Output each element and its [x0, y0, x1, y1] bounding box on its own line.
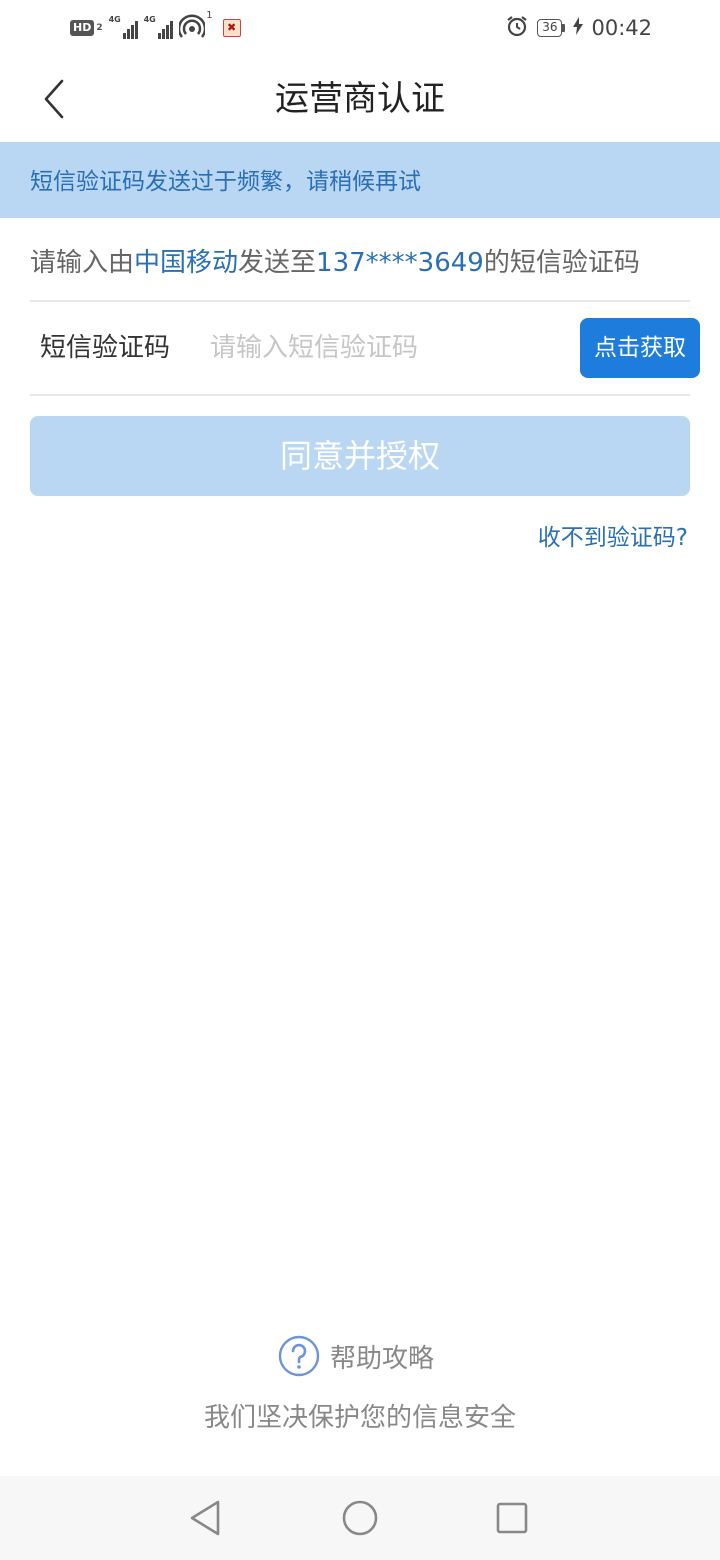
sim1-network: 4G — [108, 15, 121, 24]
bolt-icon — [573, 17, 584, 39]
alarm-icon — [505, 14, 529, 42]
divider — [30, 300, 690, 302]
system-nav-bar — [0, 1476, 720, 1560]
question-circle-icon — [278, 1335, 320, 1377]
hd-sub: 2 — [96, 23, 103, 33]
hotspot-badge: 1 — [206, 10, 213, 21]
hotspot-icon: 1 — [177, 10, 213, 42]
signal-sim1-icon: 4G — [108, 15, 138, 39]
status-right: 36 00:42 — [505, 14, 652, 42]
nav-back-button[interactable] — [184, 1496, 228, 1540]
page-title: 运营商认证 — [275, 79, 445, 119]
sim2-network: 4G — [143, 15, 156, 24]
nav-header: 运营商认证 — [0, 56, 720, 142]
nav-home-button[interactable] — [338, 1496, 382, 1540]
signal-sim2-icon: 4G — [143, 15, 173, 39]
warning-banner: 短信验证码发送过于频繁，请稍候再试 — [0, 142, 720, 218]
hd-label: HD — [70, 20, 95, 36]
code-label: 短信验证码 — [40, 333, 171, 363]
battery-level: 36 — [537, 19, 563, 37]
masked-phone: 137****3649 — [316, 248, 484, 278]
screen: HD 2 4G 4G 1 ✖ 36 00:42 运营商认证 短信验证码发送过于频… — [0, 0, 720, 1560]
no-code-link[interactable]: 收不到验证码? — [538, 518, 688, 558]
get-code-button[interactable]: 点击获取 — [580, 318, 700, 378]
hd-voice-icon: HD 2 — [70, 20, 103, 36]
sms-instruction: 请输入由中国移动发送至137****3649的短信验证码 — [30, 240, 640, 286]
banner-message: 短信验证码发送过于频繁，请稍候再试 — [30, 169, 421, 195]
security-note: 我们坚决保护您的信息安全 — [203, 1403, 516, 1433]
back-button[interactable] — [28, 74, 78, 124]
app-notification-icon: ✖ — [222, 19, 241, 37]
circle-home-icon — [342, 1500, 378, 1536]
status-left: HD 2 4G 4G 1 ✖ — [70, 10, 241, 42]
clock: 00:42 — [591, 16, 652, 40]
divider — [30, 394, 690, 396]
instruction-suffix: 的短信验证码 — [483, 248, 640, 278]
triangle-back-icon — [190, 1500, 220, 1536]
instruction-prefix: 请输入由 — [30, 248, 135, 278]
carrier-name: 中国移动 — [134, 248, 239, 278]
agree-authorize-button[interactable]: 同意并授权 — [30, 416, 690, 496]
help-guide-link[interactable]: 帮助攻略 — [278, 1334, 434, 1378]
sms-code-input[interactable] — [210, 324, 565, 372]
instruction-middle: 发送至 — [238, 248, 317, 278]
nav-recents-button[interactable] — [490, 1496, 534, 1540]
status-bar: HD 2 4G 4G 1 ✖ 36 00:42 — [0, 0, 720, 56]
chevron-left-icon — [44, 79, 64, 119]
battery-icon: 36 — [537, 19, 566, 37]
help-label: 帮助攻略 — [330, 1343, 435, 1374]
square-recents-icon — [496, 1502, 528, 1534]
